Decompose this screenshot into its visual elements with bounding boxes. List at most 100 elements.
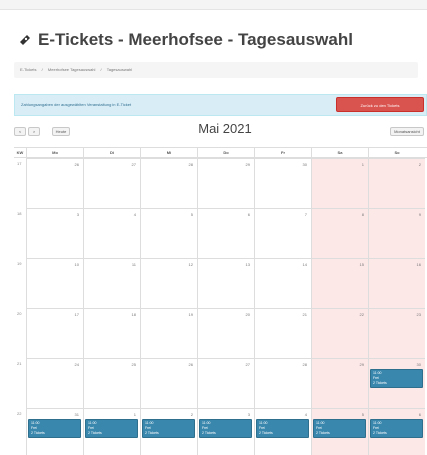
day-number: 6 xyxy=(418,412,421,417)
calendar-day-cell[interactable]: 25 xyxy=(83,358,140,408)
calendar-day-cell[interactable]: 6 xyxy=(197,208,254,258)
calendar-day-cell[interactable]: 28 xyxy=(254,358,311,408)
ticket-event[interactable]: 11:00 Frei 2 Tickets xyxy=(85,419,138,438)
calendar-day-cell[interactable]: 10 xyxy=(26,258,83,308)
day-number: 13 xyxy=(245,262,250,267)
day-number: 31 xyxy=(74,412,79,417)
calendar-day-cell[interactable]: 18 xyxy=(83,308,140,358)
day-number: 30 xyxy=(302,162,307,167)
day-number: 30 xyxy=(416,362,421,367)
calendar-day-cell[interactable]: 23 xyxy=(368,308,425,358)
calendar-day-cell[interactable]: 16 xyxy=(368,258,425,308)
day-number: 2 xyxy=(190,412,193,417)
day-number: 17 xyxy=(74,312,79,317)
day-number: 22 xyxy=(359,312,364,317)
back-to-tickets-button[interactable]: Zurück zu den Tickets xyxy=(336,97,424,112)
day-number: 12 xyxy=(188,262,193,267)
day-number: 26 xyxy=(188,362,193,367)
day-number: 1 xyxy=(361,162,364,167)
calendar-day-cell[interactable]: 20 xyxy=(197,308,254,358)
day-number: 15 xyxy=(359,262,364,267)
day-number: 28 xyxy=(188,162,193,167)
day-number: 21 xyxy=(302,312,307,317)
calendar-day-cell[interactable]: 19 xyxy=(140,308,197,358)
breadcrumb-item: Tagesauswahl xyxy=(106,67,133,72)
page-title: E-Tickets - Meerhofsee - Tagesauswahl xyxy=(18,30,353,50)
event-line: 2 Tickets xyxy=(373,431,387,435)
day-number: 4 xyxy=(304,412,307,417)
calendar-day-cell[interactable]: 24 xyxy=(26,358,83,408)
ticket-event[interactable]: 11:00 Frei 2 Tickets xyxy=(313,419,366,438)
browser-top-bar xyxy=(0,0,427,10)
month-view-button[interactable]: Monatsansicht xyxy=(390,127,424,136)
calendar-day-cell[interactable]: 12 xyxy=(140,258,197,308)
ticket-event[interactable]: 11:00 Frei 2 Tickets xyxy=(256,419,309,438)
week-number: 21 xyxy=(17,361,22,366)
calendar-day-cell[interactable]: 22 xyxy=(311,308,368,358)
day-number: 1 xyxy=(133,412,136,417)
weekday-header: Mi xyxy=(140,148,197,158)
calendar-day-cell[interactable]: 27 xyxy=(83,158,140,208)
day-number: 26 xyxy=(74,162,79,167)
calendar-day-cell[interactable]: 17 xyxy=(26,308,83,358)
event-line: 2 Tickets xyxy=(316,431,330,435)
week-number: 19 xyxy=(17,261,22,266)
next-month-button[interactable]: > xyxy=(28,127,40,136)
calendar-day-cell[interactable]: 5 xyxy=(140,208,197,258)
calendar-day-cell[interactable]: 30 xyxy=(254,158,311,208)
calendar-day-cell[interactable]: 1 xyxy=(311,158,368,208)
calendar-day-cell[interactable]: 29 xyxy=(197,158,254,208)
calendar-day-cell[interactable]: 4 xyxy=(83,208,140,258)
calendar-day-cell[interactable]: 15 xyxy=(311,258,368,308)
ticket-icon xyxy=(20,35,30,45)
calendar-day-cell[interactable]: 7 xyxy=(254,208,311,258)
calendar-day-cell[interactable]: 26 xyxy=(26,158,83,208)
day-number: 5 xyxy=(361,412,364,417)
week-number: 18 xyxy=(17,211,22,216)
calendar-day-cell[interactable]: 26 xyxy=(140,358,197,408)
calendar-day-cell[interactable]: 3 xyxy=(26,208,83,258)
event-line: 2 Tickets xyxy=(88,431,102,435)
ticket-event[interactable]: 11:00 Frei 2 Tickets xyxy=(28,419,81,438)
calendar-day-cell[interactable]: 8 xyxy=(311,208,368,258)
ticket-event[interactable]: 11:00 Frei 2 Tickets xyxy=(370,419,423,438)
weekday-header: Di xyxy=(83,148,140,158)
day-number: 9 xyxy=(418,212,421,217)
calendar-day-cell[interactable]: 29 xyxy=(311,358,368,408)
day-number: 27 xyxy=(245,362,250,367)
week-number-header: KW xyxy=(16,150,24,155)
weekday-header: So xyxy=(368,148,425,158)
event-line: 2 Tickets xyxy=(259,431,273,435)
day-number: 6 xyxy=(247,212,250,217)
calendar-day-cell[interactable]: 2 xyxy=(368,158,425,208)
calendar-day-cell[interactable]: 27 xyxy=(197,358,254,408)
day-number: 23 xyxy=(416,312,421,317)
day-number: 20 xyxy=(245,312,250,317)
day-number: 3 xyxy=(247,412,250,417)
calendar-day-cell[interactable]: 21 xyxy=(254,308,311,358)
calendar-day-cell[interactable]: 11 xyxy=(83,258,140,308)
day-number: 24 xyxy=(74,362,79,367)
prev-month-button[interactable]: < xyxy=(14,127,26,136)
breadcrumb-item[interactable]: E-Tickets xyxy=(20,67,37,72)
calendar-day-cell[interactable]: 28 xyxy=(140,158,197,208)
month-title: Mai 2021 xyxy=(198,121,252,136)
day-number: 11 xyxy=(131,262,136,267)
ticket-event[interactable]: 11:00 Frei 2 Tickets xyxy=(199,419,252,438)
today-button[interactable]: Heute xyxy=(52,127,70,136)
day-number: 10 xyxy=(74,262,79,267)
calendar-day-cell[interactable]: 13 xyxy=(197,258,254,308)
calendar-day-cell[interactable]: 9 xyxy=(368,208,425,258)
weekday-header: Do xyxy=(197,148,254,158)
day-number: 18 xyxy=(131,312,136,317)
weekday-header: Sa xyxy=(311,148,368,158)
calendar-day-cell[interactable]: 14 xyxy=(254,258,311,308)
day-number: 5 xyxy=(190,212,193,217)
ticket-event[interactable]: 11:00 Frei 2 Tickets xyxy=(370,369,423,388)
event-line: 2 Tickets xyxy=(202,431,216,435)
ticket-event[interactable]: 11:00 Frei 2 Tickets xyxy=(142,419,195,438)
day-number: 7 xyxy=(304,212,307,217)
event-line: 2 Tickets xyxy=(145,431,159,435)
day-number: 3 xyxy=(76,212,79,217)
breadcrumb-item[interactable]: Meerhofsee Tagesauswahl xyxy=(48,67,96,72)
